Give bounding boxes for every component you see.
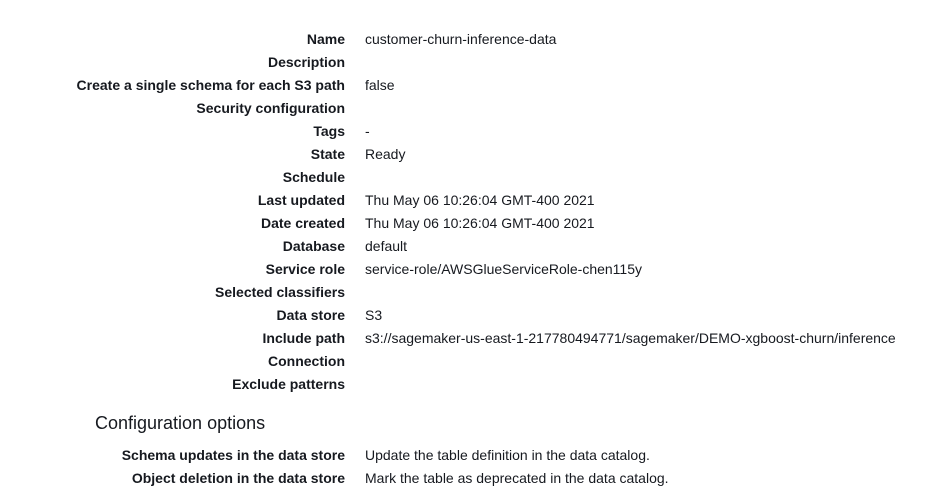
crawler-details: Name customer-churn-inference-data Descr… xyxy=(0,28,934,396)
detail-value: service-role/AWSGlueServiceRole-chen115y xyxy=(365,261,642,277)
option-label: Object deletion in the data store xyxy=(131,470,345,486)
detail-label: Tags xyxy=(313,123,345,139)
detail-label: Schedule xyxy=(282,169,345,185)
detail-row-exclude-patterns: Exclude patterns xyxy=(0,373,934,396)
detail-row-connection: Connection xyxy=(0,350,934,373)
detail-row-security-configuration: Security configuration xyxy=(0,97,934,120)
detail-label: Data store xyxy=(276,307,345,323)
detail-value: Thu May 06 10:26:04 GMT-400 2021 xyxy=(365,215,595,231)
option-row-object-deletion: Object deletion in the data store Mark t… xyxy=(0,467,934,490)
detail-value: default xyxy=(365,238,408,254)
detail-row-schedule: Schedule xyxy=(0,166,934,189)
detail-row-tags: Tags - xyxy=(0,120,934,143)
detail-row-database: Database default xyxy=(0,235,934,258)
option-value: Update the table definition in the data … xyxy=(365,447,650,463)
detail-row-date-created: Date created Thu May 06 10:26:04 GMT-400… xyxy=(0,212,934,235)
option-value: Mark the table as deprecated in the data… xyxy=(365,470,669,486)
detail-label: Last updated xyxy=(257,192,345,208)
detail-label: Database xyxy=(282,238,345,254)
configuration-options: Schema updates in the data store Update … xyxy=(0,444,934,490)
detail-row-name: Name customer-churn-inference-data xyxy=(0,28,934,51)
detail-row-service-role: Service role service-role/AWSGlueService… xyxy=(0,258,934,281)
detail-value: Ready xyxy=(365,146,406,162)
detail-value: customer-churn-inference-data xyxy=(365,31,557,47)
detail-label: Connection xyxy=(268,353,345,369)
detail-row-description: Description xyxy=(0,51,934,74)
detail-label: Service role xyxy=(265,261,345,277)
detail-row-data-store: Data store S3 xyxy=(0,304,934,327)
detail-row-single-schema: Create a single schema for each S3 path … xyxy=(0,74,934,97)
detail-value: S3 xyxy=(365,307,383,323)
detail-label: Description xyxy=(267,54,345,70)
detail-label: Exclude patterns xyxy=(232,376,345,392)
configuration-options-heading: Configuration options xyxy=(95,413,266,433)
detail-label: Name xyxy=(306,31,345,47)
detail-row-include-path: Include path s3://sagemaker-us-east-1-21… xyxy=(0,327,934,350)
detail-value: Thu May 06 10:26:04 GMT-400 2021 xyxy=(365,192,595,208)
detail-value: false xyxy=(365,77,395,93)
detail-row-selected-classifiers: Selected classifiers xyxy=(0,281,934,304)
detail-row-last-updated: Last updated Thu May 06 10:26:04 GMT-400… xyxy=(0,189,934,212)
detail-label: Security configuration xyxy=(196,100,345,116)
detail-row-state: State Ready xyxy=(0,143,934,166)
detail-label: Date created xyxy=(260,215,345,231)
detail-value: s3://sagemaker-us-east-1-217780494771/sa… xyxy=(365,330,896,346)
detail-label: Include path xyxy=(262,330,345,346)
option-row-schema-updates: Schema updates in the data store Update … xyxy=(0,444,934,467)
detail-label: Create a single schema for each S3 path xyxy=(76,77,345,93)
detail-label: State xyxy=(310,146,345,162)
detail-label: Selected classifiers xyxy=(215,284,345,300)
detail-value: - xyxy=(365,123,370,139)
option-label: Schema updates in the data store xyxy=(121,447,345,463)
